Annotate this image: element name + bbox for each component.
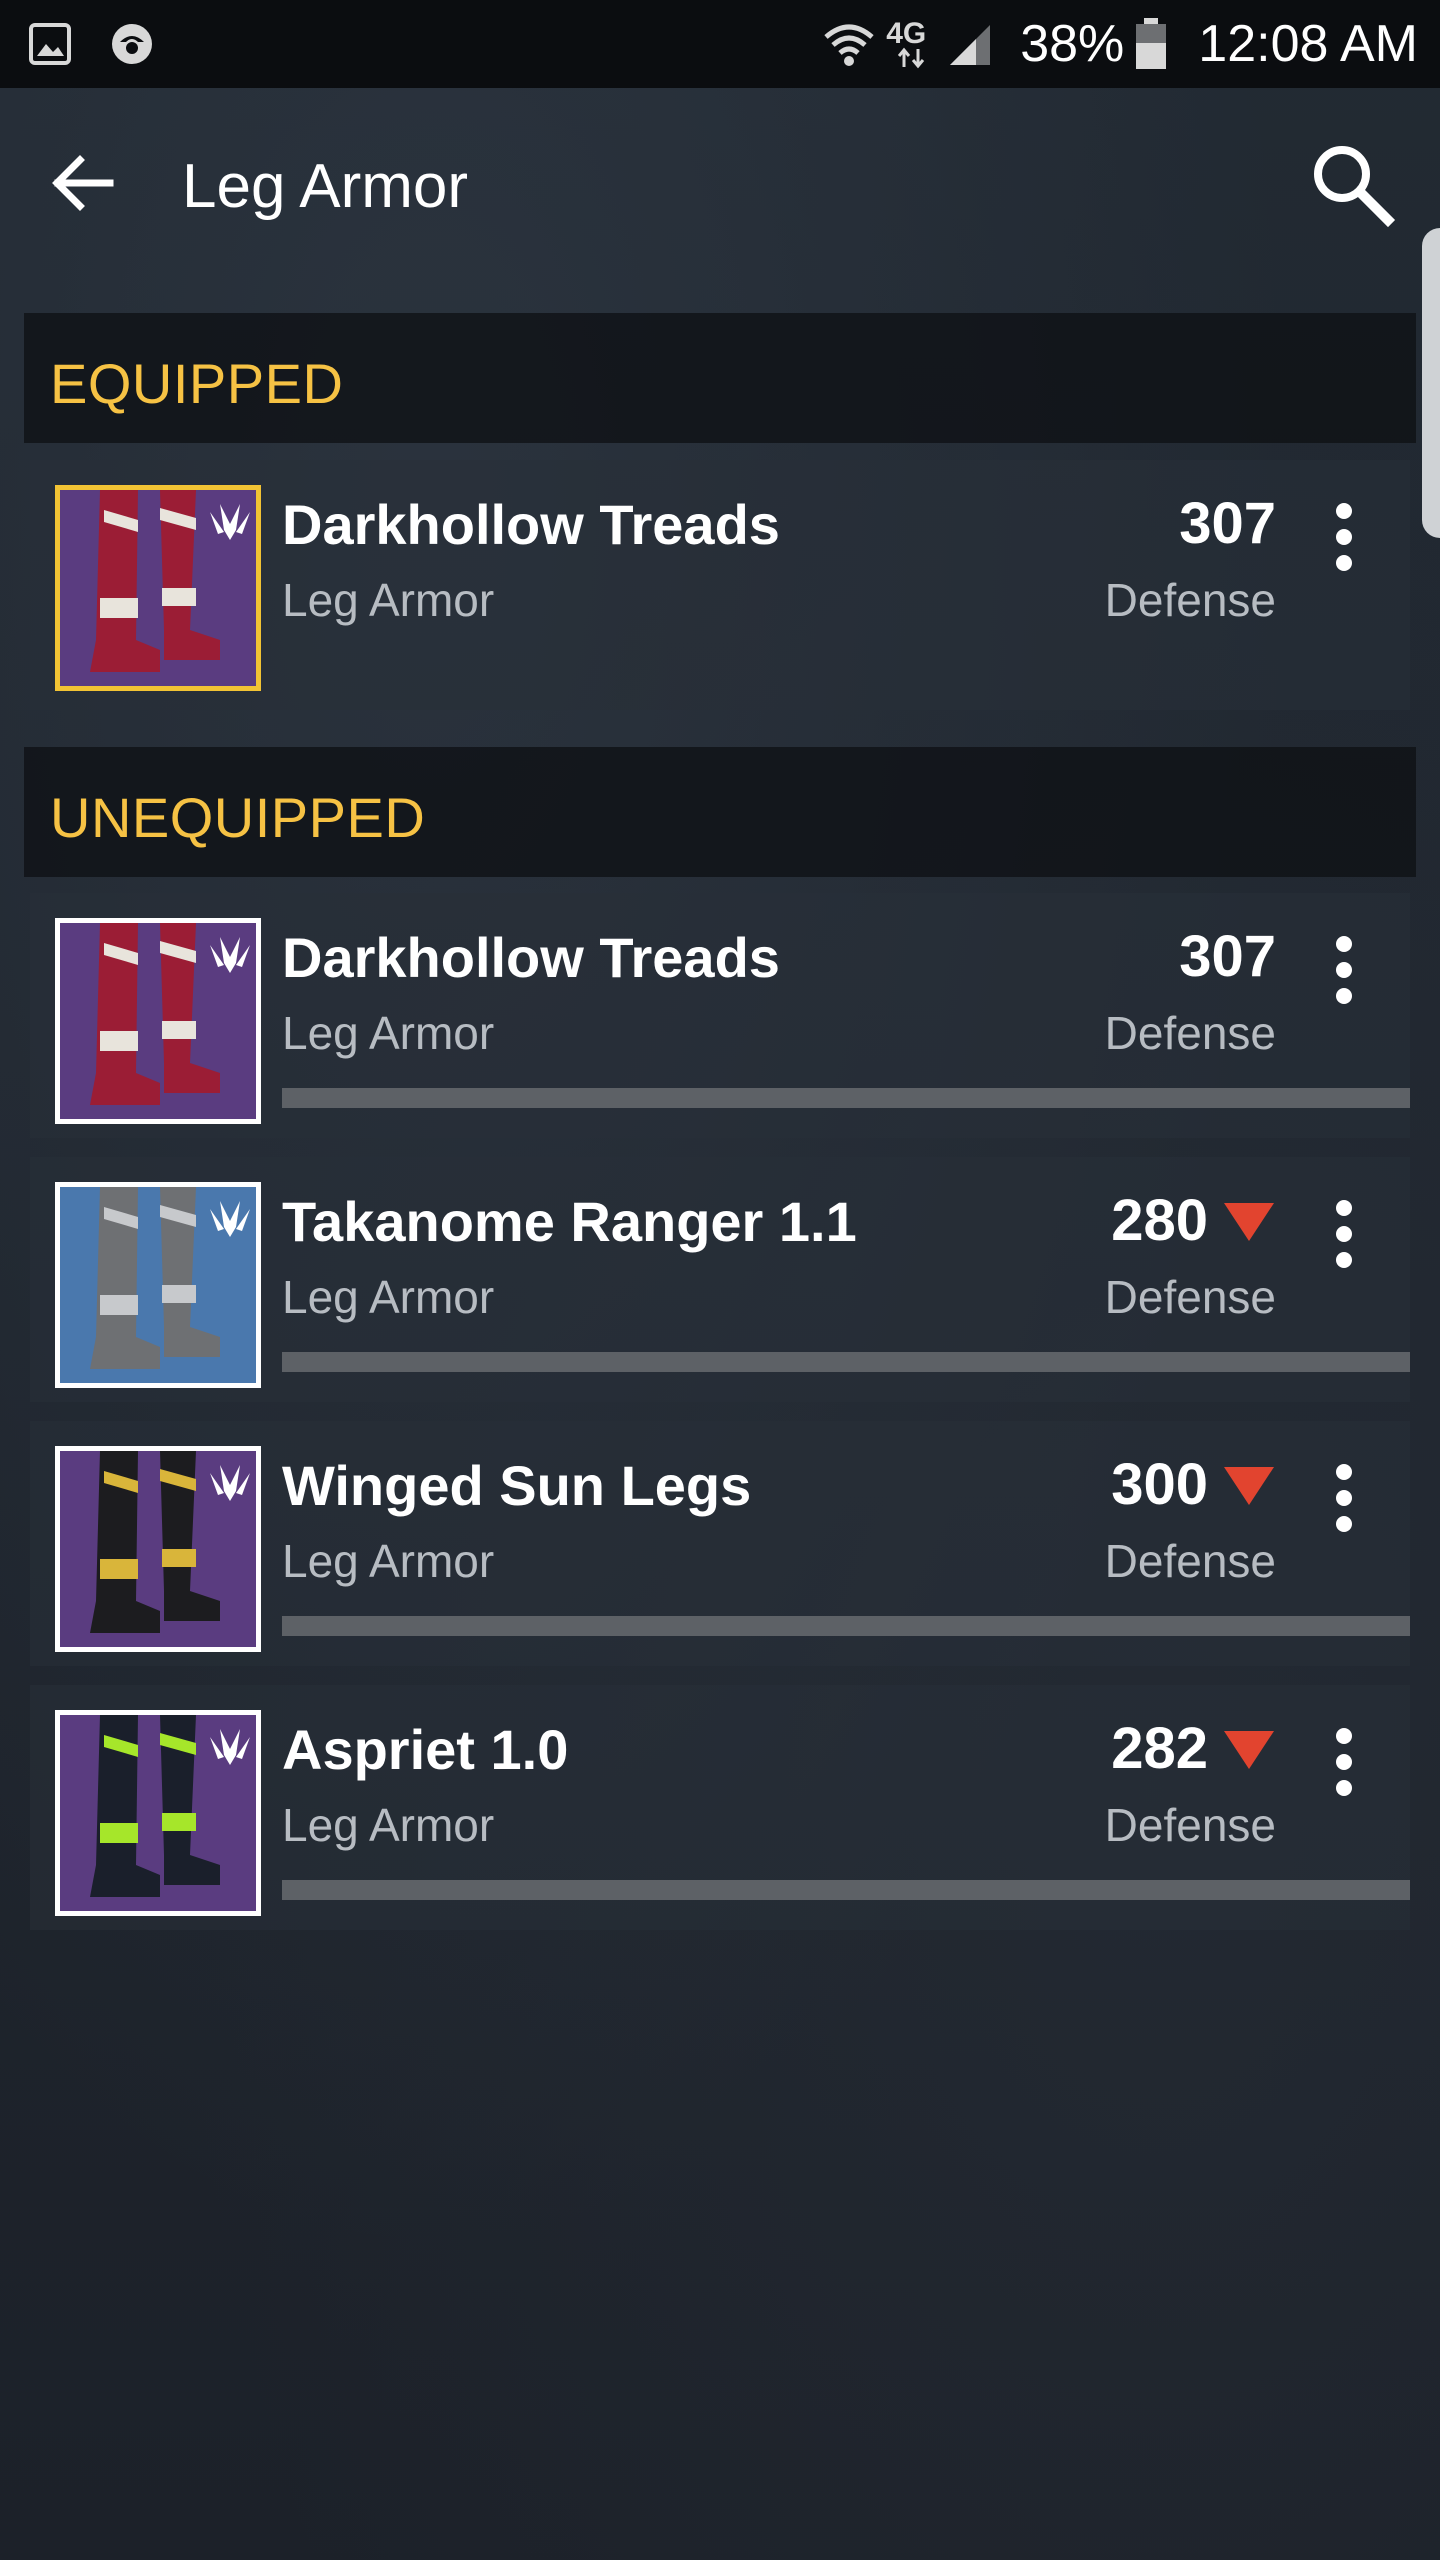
network-4g-icon [898, 47, 925, 69]
more-options-icon[interactable] [1314, 495, 1374, 585]
app-notification-icon [112, 24, 152, 64]
more-options-icon[interactable] [1314, 1720, 1374, 1810]
xp-progress-bar [282, 1352, 1410, 1372]
network-4g-label: 4G [886, 17, 927, 50]
defense-value: 282 [1111, 1716, 1208, 1781]
defense-value: 280 [1111, 1188, 1208, 1253]
lower-stat-arrow-icon [1224, 1202, 1274, 1241]
battery-percent: 38% [1020, 15, 1125, 73]
stat-label: Defense [1104, 1271, 1276, 1323]
more-options-icon[interactable] [1314, 1192, 1374, 1282]
item-thumbnail [55, 485, 261, 691]
stat-label: Defense [1104, 574, 1276, 626]
stat-label: Defense [1104, 1007, 1276, 1059]
edge-panel-handle[interactable] [1422, 228, 1440, 538]
defense-value: 307 [1179, 491, 1276, 556]
list-item[interactable]: Winged Sun Legs Leg Armor 300 Defense [30, 1421, 1410, 1666]
more-options-icon[interactable] [1314, 1456, 1374, 1546]
battery-icon [1136, 18, 1167, 69]
status-right: 4G 38% 12:08 AM [822, 10, 1418, 78]
leg-armor-image [60, 923, 256, 1119]
list-item[interactable]: Aspriet 1.0 Leg Armor 282 Defense [30, 1685, 1410, 1930]
leg-armor-image [60, 490, 256, 686]
item-name: Aspriet 1.0 [282, 1718, 569, 1781]
clock: 12:08 AM [1198, 15, 1418, 73]
item-name: Winged Sun Legs [282, 1454, 752, 1517]
defense-value: 300 [1111, 1452, 1208, 1517]
gallery-icon [29, 23, 71, 65]
item-thumbnail [55, 918, 261, 1124]
item-defense-value: 282 [1111, 1715, 1276, 1782]
item-thumbnail [55, 1710, 261, 1916]
defense-value: 307 [1179, 924, 1276, 989]
leg-armor-image [60, 1187, 256, 1383]
item-type: Leg Armor [282, 1271, 495, 1323]
item-name: Darkhollow Treads [282, 926, 780, 989]
stat-label: Defense [1104, 1535, 1276, 1587]
list-item[interactable]: Takanome Ranger 1.1 Leg Armor 280 Defens… [30, 1157, 1410, 1402]
item-thumbnail [55, 1446, 261, 1652]
wifi-icon [824, 24, 874, 66]
section-label: EQUIPPED [50, 352, 344, 415]
item-name: Darkhollow Treads [282, 493, 780, 556]
search-icon[interactable] [1304, 136, 1400, 232]
xp-progress-bar [282, 1880, 1410, 1900]
section-label: UNEQUIPPED [50, 786, 426, 849]
lower-stat-arrow-icon [1224, 1730, 1274, 1769]
leg-armor-image [60, 1715, 256, 1911]
item-defense-value: 307 [1179, 490, 1276, 557]
leg-armor-image [60, 1451, 256, 1647]
section-header-unequipped: UNEQUIPPED [24, 747, 1416, 877]
item-defense-value: 307 [1179, 923, 1276, 990]
lower-stat-arrow-icon [1224, 1466, 1274, 1505]
xp-progress-bar [282, 1088, 1410, 1108]
item-type: Leg Armor [282, 574, 495, 626]
item-defense-value: 300 [1111, 1451, 1276, 1518]
status-bar: 4G 38% 12:08 AM [0, 0, 1440, 88]
list-item[interactable]: Darkhollow Treads Leg Armor 307 Defense [30, 893, 1410, 1138]
item-type: Leg Armor [282, 1007, 495, 1059]
item-defense-value: 280 [1111, 1187, 1276, 1254]
item-type: Leg Armor [282, 1535, 495, 1587]
network-4g-indicator: 4G [884, 17, 940, 71]
stat-label: Defense [1104, 1799, 1276, 1851]
back-arrow-icon[interactable] [40, 138, 130, 228]
item-thumbnail [55, 1182, 261, 1388]
xp-progress-bar [282, 1616, 1410, 1636]
equipped-item[interactable]: Darkhollow Treads Leg Armor 307 Defense [30, 460, 1410, 710]
signal-icon [950, 25, 991, 65]
item-type: Leg Armor [282, 1799, 495, 1851]
section-header-equipped: EQUIPPED [24, 313, 1416, 443]
item-name: Takanome Ranger 1.1 [282, 1190, 857, 1253]
more-options-icon[interactable] [1314, 928, 1374, 1018]
app-bar: Leg Armor [0, 88, 1440, 288]
page-title: Leg Armor [182, 152, 469, 221]
